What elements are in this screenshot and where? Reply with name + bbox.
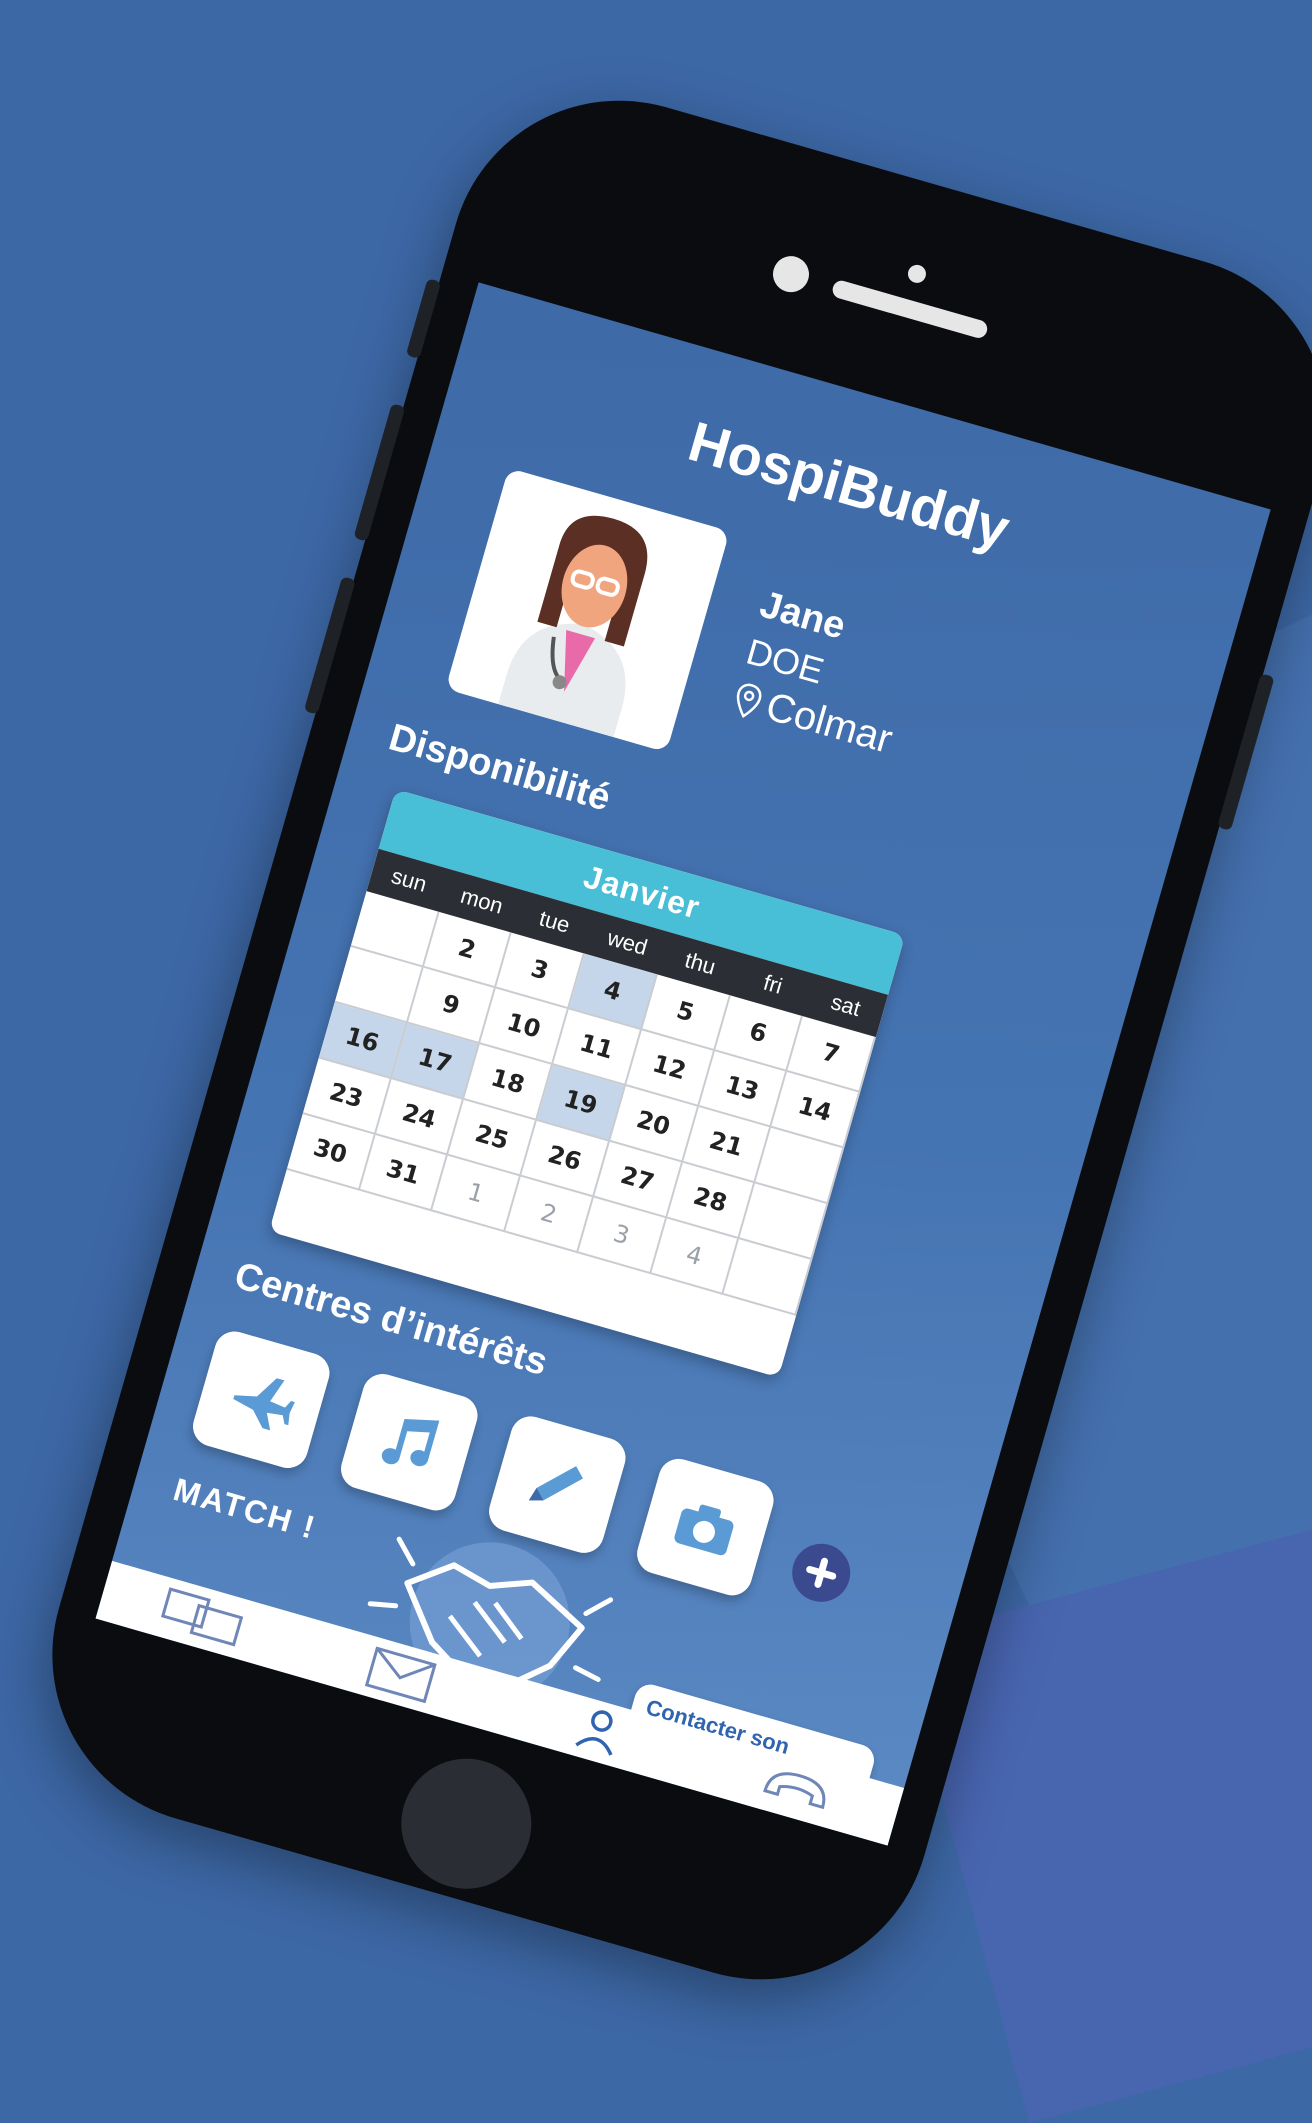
music-note-icon: [381, 1418, 440, 1467]
volume-up-button: [353, 403, 406, 542]
interest-photo-button[interactable]: [632, 1454, 779, 1601]
match-label: MATCH !: [169, 1470, 321, 1547]
phone-device: HospiBuddy Jane DOE Colmar Disponibilité…: [12, 60, 1312, 2020]
proximity-sensor: [905, 262, 929, 286]
profile-info: Jane DOE Colmar: [728, 583, 923, 762]
power-button: [1217, 673, 1275, 831]
home-button[interactable]: [385, 1743, 547, 1905]
profile-avatar[interactable]: [445, 467, 730, 753]
airplane-icon: [233, 1378, 295, 1431]
camera-icon: [674, 1504, 734, 1556]
app-screen: HospiBuddy Jane DOE Colmar Disponibilité…: [95, 282, 1271, 1846]
earpiece-speaker: [830, 278, 990, 341]
interest-travel-button[interactable]: [188, 1326, 335, 1473]
chat-bubbles-icon[interactable]: [153, 1582, 253, 1655]
location-pin-icon: [736, 683, 762, 718]
plus-icon: [806, 1557, 837, 1588]
volume-down-button: [303, 576, 356, 715]
front-camera: [768, 251, 814, 297]
doctor-avatar-icon: [498, 515, 648, 738]
mute-switch: [405, 278, 442, 359]
add-interest-button[interactable]: [785, 1536, 858, 1609]
